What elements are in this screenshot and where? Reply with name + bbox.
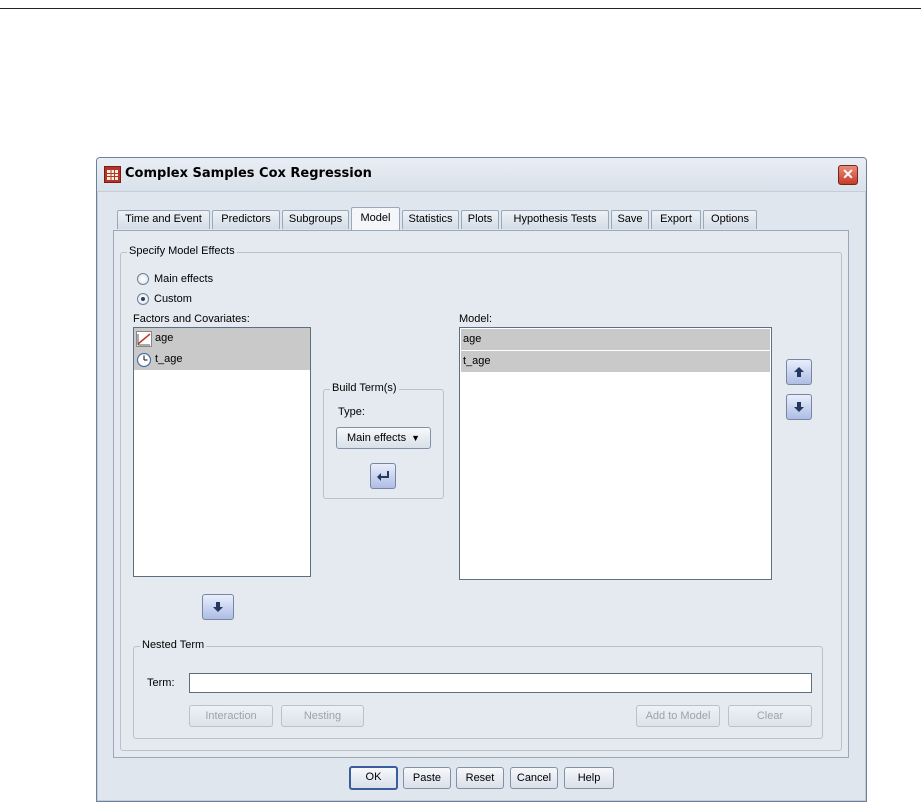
arrow-down-icon [213,602,223,612]
list-item-label: t_age [155,353,183,365]
custom-radio[interactable]: Custom [137,293,192,305]
enter-arrow-icon [377,471,389,481]
time-variable-icon [136,352,152,367]
list-item[interactable]: age [461,329,770,350]
nesting-button[interactable]: Nesting [281,705,364,727]
term-input[interactable] [189,673,812,693]
radio-unchecked-icon [137,273,149,285]
chevron-down-icon: ▼ [411,433,421,443]
main-effects-label: Main effects [154,273,214,285]
model-label: Model: [459,313,493,325]
list-item[interactable]: age [134,328,310,349]
arrow-down-icon [794,402,804,412]
list-item[interactable]: t_age [134,349,310,370]
close-button[interactable]: ✕ [838,165,858,185]
interaction-button[interactable]: Interaction [189,705,273,727]
tab-subgroups[interactable]: Subgroups [282,210,349,229]
move-down-button[interactable] [786,394,812,420]
add-to-model-button[interactable]: Add to Model [636,705,720,727]
scale-variable-icon [136,330,152,347]
build-term-group: Build Term(s) Type: Main effects ▼ [323,382,444,499]
model-list[interactable]: age t_age [459,327,772,580]
term-label: Term: [147,677,175,689]
tab-predictors[interactable]: Predictors [212,210,280,229]
main-effects-radio[interactable]: Main effects [137,273,213,285]
type-dropdown-value: Main effects [346,432,407,444]
tab-hypothesis-tests[interactable]: Hypothesis Tests [501,210,609,229]
list-item[interactable]: t_age [461,351,770,372]
title-bar[interactable]: Complex Samples Cox Regression ✕ [97,158,866,192]
move-up-button[interactable] [786,359,812,385]
tab-export[interactable]: Export [651,210,701,229]
list-item-label: age [463,333,482,345]
tab-model[interactable]: Model [351,207,400,230]
ok-button[interactable]: OK [349,766,398,790]
specify-model-effects-group: Specify Model Effects Main effects Custo… [120,245,842,751]
custom-label: Custom [154,293,192,305]
spreadsheet-icon [104,166,121,183]
tab-options[interactable]: Options [703,210,757,229]
page-top-rule [0,8,921,9]
clear-button[interactable]: Clear [728,705,812,727]
close-icon: ✕ [842,166,854,182]
cancel-button[interactable]: Cancel [510,767,558,789]
dialog-title: Complex Samples Cox Regression [125,166,372,181]
tab-plots[interactable]: Plots [461,210,499,229]
list-item-label: t_age [463,355,491,367]
model-tab-panel: Specify Model Effects Main effects Custo… [113,230,849,758]
type-label: Type: [338,406,365,418]
move-to-nested-term-button[interactable] [202,594,234,620]
radio-checked-icon [137,293,149,305]
tab-save[interactable]: Save [611,210,649,229]
factors-covariates-list[interactable]: age t_age [133,327,311,577]
tab-time-and-event[interactable]: Time and Event [117,210,210,229]
list-item-label: age [155,332,174,344]
reset-button[interactable]: Reset [456,767,504,789]
type-dropdown[interactable]: Main effects ▼ [336,427,431,449]
arrow-up-icon [794,367,804,377]
build-term-title: Build Term(s) [330,382,399,394]
nested-term-group: Nested Term Term: Interaction Nesting Ad… [133,639,823,739]
nested-term-title: Nested Term [140,639,207,651]
specify-model-effects-title: Specify Model Effects [127,245,237,257]
tab-statistics[interactable]: Statistics [402,210,459,229]
paste-button[interactable]: Paste [403,767,451,789]
cox-regression-dialog: Complex Samples Cox Regression ✕ Time an… [96,157,867,802]
factors-covariates-label: Factors and Covariates: [133,313,250,325]
build-term-add-button[interactable] [370,463,396,489]
help-button[interactable]: Help [564,767,614,789]
